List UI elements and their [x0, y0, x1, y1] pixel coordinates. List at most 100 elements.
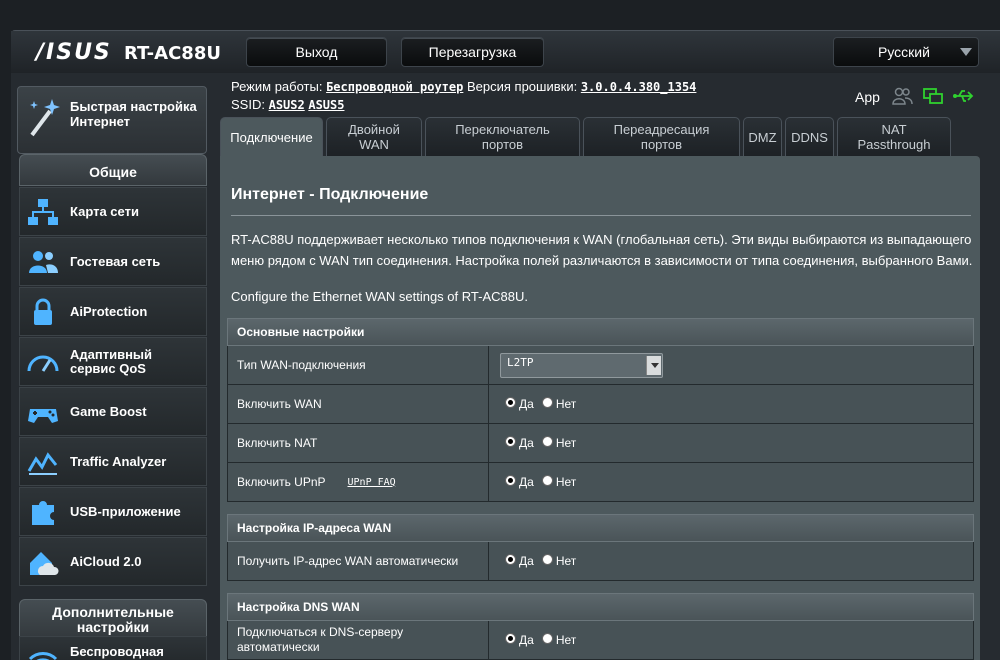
table-row: Получить IP-адрес WAN автоматически Да Н… [227, 542, 974, 581]
table-row: Включить WAN Да Нет [227, 385, 974, 424]
language-value: Русский [878, 44, 930, 60]
sidebar-item-label: Traffic Analyzer [70, 453, 167, 469]
sidebar-item-label: Адаптивный сервис QoS [70, 346, 153, 376]
wan-type-select[interactable]: L2TP [500, 352, 663, 378]
sidebar-item-label: AiCloud 2.0 [70, 553, 142, 569]
ssid-label: SSID: [231, 97, 265, 112]
network-status-icon[interactable] [922, 86, 944, 106]
chevron-down-icon [646, 355, 661, 375]
sidebar-item-aiprotection[interactable]: AiProtection [19, 287, 207, 336]
enable-upnp-yes-radio[interactable] [505, 474, 516, 486]
table-row: Подключаться к DNS-серверу автоматически… [227, 621, 974, 660]
tab-ddns[interactable]: DDNS [785, 117, 834, 156]
radio-no-label: Нет [555, 436, 577, 450]
general-section-header: Общие [19, 154, 207, 186]
title-divider [231, 215, 971, 216]
tab-port-trigger-label: Переключатель портов [455, 122, 550, 152]
mode-label: Режим работы: [231, 79, 323, 94]
table-row: Включить UPnP UPnP FAQ Да Нет [227, 463, 974, 502]
tab-nat-passthrough[interactable]: NAT Passthrough [837, 117, 951, 156]
traffic-chart-icon [27, 452, 58, 475]
language-select[interactable]: Русский [833, 37, 979, 67]
enable-upnp-cell: Включить UPnP UPnP FAQ [228, 463, 489, 501]
tab-dual-wan-label: Двойной WAN [348, 122, 400, 152]
status-line-mode: Режим работы: Беспроводной роутер Версия… [231, 79, 696, 94]
sidebar-item-wireless[interactable]: Беспроводная [19, 636, 207, 660]
sidebar-item-label: Game Boost [70, 403, 147, 419]
puzzle-icon [32, 501, 54, 525]
wifi-icon [28, 652, 58, 660]
sidebar-item-guest-network[interactable]: Гостевая сеть [19, 237, 207, 286]
radio-yes-label: Да [519, 633, 534, 647]
wan-ip-settings-header: Настройка IP-адреса WAN [227, 514, 974, 542]
sidebar-item-label: Карта сети [70, 203, 139, 219]
app-link[interactable]: App [855, 89, 880, 105]
enable-nat-label: Включить NAT [228, 424, 489, 462]
tab-port-trigger[interactable]: Переключатель портов [425, 117, 580, 156]
enable-wan-label: Включить WAN [228, 385, 489, 423]
auto-dns-no-radio[interactable] [541, 632, 553, 644]
speedometer-icon [27, 355, 59, 372]
ssid-link-2[interactable]: ASUS5 [308, 98, 344, 112]
table-row: Включить NAT Да Нет [227, 424, 974, 463]
basic-settings-table: Основные настройки Тип WAN-подключения L… [227, 318, 974, 502]
page-title: Интернет - Подключение [231, 186, 429, 203]
ssid-link-1[interactable]: ASUS2 [269, 98, 305, 112]
enable-upnp-options: Да Нет [489, 463, 973, 501]
asus-logo: /ISUS [36, 40, 112, 65]
sidebar-item-traffic-analyzer[interactable]: Traffic Analyzer [19, 437, 207, 486]
wan-dns-settings-header: Настройка DNS WAN [227, 593, 974, 621]
tab-port-forwarding[interactable]: Переадресация портов [583, 117, 740, 156]
radio-yes-label: Да [519, 436, 534, 450]
enable-nat-no-radio[interactable] [541, 435, 553, 447]
page-description: RT-AC88U поддерживает несколько типов по… [231, 232, 973, 268]
tab-dmz[interactable]: DMZ [743, 117, 782, 156]
enable-wan-options: Да Нет [489, 385, 973, 423]
wan-type-label: Тип WAN-подключения [228, 346, 489, 384]
enable-wan-yes-radio[interactable] [505, 396, 516, 408]
auto-dns-yes-radio[interactable] [505, 632, 516, 644]
auto-dns-options: Да Нет [489, 621, 973, 659]
enable-upnp-no-radio[interactable] [541, 474, 553, 486]
network-map-icon [28, 199, 58, 225]
usb-icon[interactable] [952, 86, 974, 106]
clients-icon[interactable] [891, 86, 913, 106]
gamepad-icon [28, 409, 58, 423]
logout-button[interactable]: Выход [246, 37, 387, 67]
wan-dns-settings-table: Настройка DNS WAN Подключаться к DNS-сер… [227, 593, 974, 660]
upnp-faq-link[interactable]: UPnP FAQ [348, 475, 396, 490]
sidebar-item-game-boost[interactable]: Game Boost [19, 387, 207, 436]
sidebar-item-adaptive-qos[interactable]: Адаптивный сервис QoS [19, 337, 207, 386]
sidebar-item-label: Беспроводная [70, 644, 164, 659]
auto-ip-no-radio[interactable] [541, 553, 553, 565]
configure-text: Configure the Ethernet WAN settings of R… [231, 289, 528, 304]
model-name: RT-AC88U [124, 43, 221, 64]
reboot-button[interactable]: Перезагрузка [401, 37, 544, 67]
sidebar-item-label: Гостевая сеть [70, 253, 161, 269]
tab-connection[interactable]: Подключение [220, 117, 323, 157]
enable-wan-no-radio[interactable] [541, 396, 553, 408]
tab-nat-passthrough-label: NAT Passthrough [857, 122, 931, 152]
tab-dual-wan[interactable]: Двойной WAN [326, 117, 422, 156]
sidebar-item-network-map[interactable]: Карта сети [19, 187, 207, 236]
advanced-section-header: Дополнительные настройки [19, 599, 207, 639]
enable-nat-yes-radio[interactable] [505, 435, 516, 447]
radio-no-label: Нет [555, 554, 577, 568]
auto-dns-label: Подключаться к DNS-серверу автоматически [228, 621, 489, 659]
quick-setup-label: Быстрая настройка Интернет [70, 99, 197, 129]
radio-no-label: Нет [555, 475, 577, 489]
magic-wand-icon [30, 99, 60, 137]
auto-ip-label: Получить IP-адрес WAN автоматически [228, 542, 489, 580]
guest-network-icon [29, 251, 58, 273]
auto-ip-yes-radio[interactable] [505, 553, 516, 565]
wan-type-cell: L2TP [489, 346, 973, 384]
radio-yes-label: Да [519, 554, 534, 568]
enable-nat-options: Да Нет [489, 424, 973, 462]
firmware-link[interactable]: 3.0.0.4.380_1354 [581, 80, 697, 94]
sidebar-item-usb-app[interactable]: USB-приложение [19, 487, 207, 536]
sidebar-item-aicloud[interactable]: AiCloud 2.0 [19, 537, 207, 586]
quick-setup-button[interactable]: Быстрая настройка Интернет [17, 86, 207, 154]
mode-link[interactable]: Беспроводной роутер [326, 80, 463, 94]
status-line-ssid: SSID: ASUS2 ASUS5 [231, 97, 344, 112]
auto-ip-options: Да Нет [489, 542, 973, 580]
